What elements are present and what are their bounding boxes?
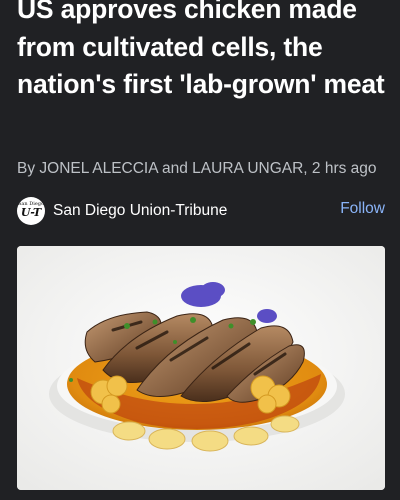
article-byline: By JONEL ALECCIA and LAURA UNGAR, 2 hrs … — [17, 160, 377, 177]
source-name[interactable]: San Diego Union-Tribune — [53, 202, 227, 220]
article-headline[interactable]: US approves chicken made from cultivated… — [17, 0, 392, 104]
source-row: San Diego U-T San Diego Union-Tribune Fo… — [17, 197, 385, 225]
source-logo-mark: U-T — [20, 206, 42, 219]
source-logo[interactable]: San Diego U-T — [17, 197, 45, 225]
follow-button[interactable]: Follow — [340, 200, 385, 218]
article-image[interactable] — [17, 246, 385, 490]
plated-chicken-image — [17, 246, 385, 490]
